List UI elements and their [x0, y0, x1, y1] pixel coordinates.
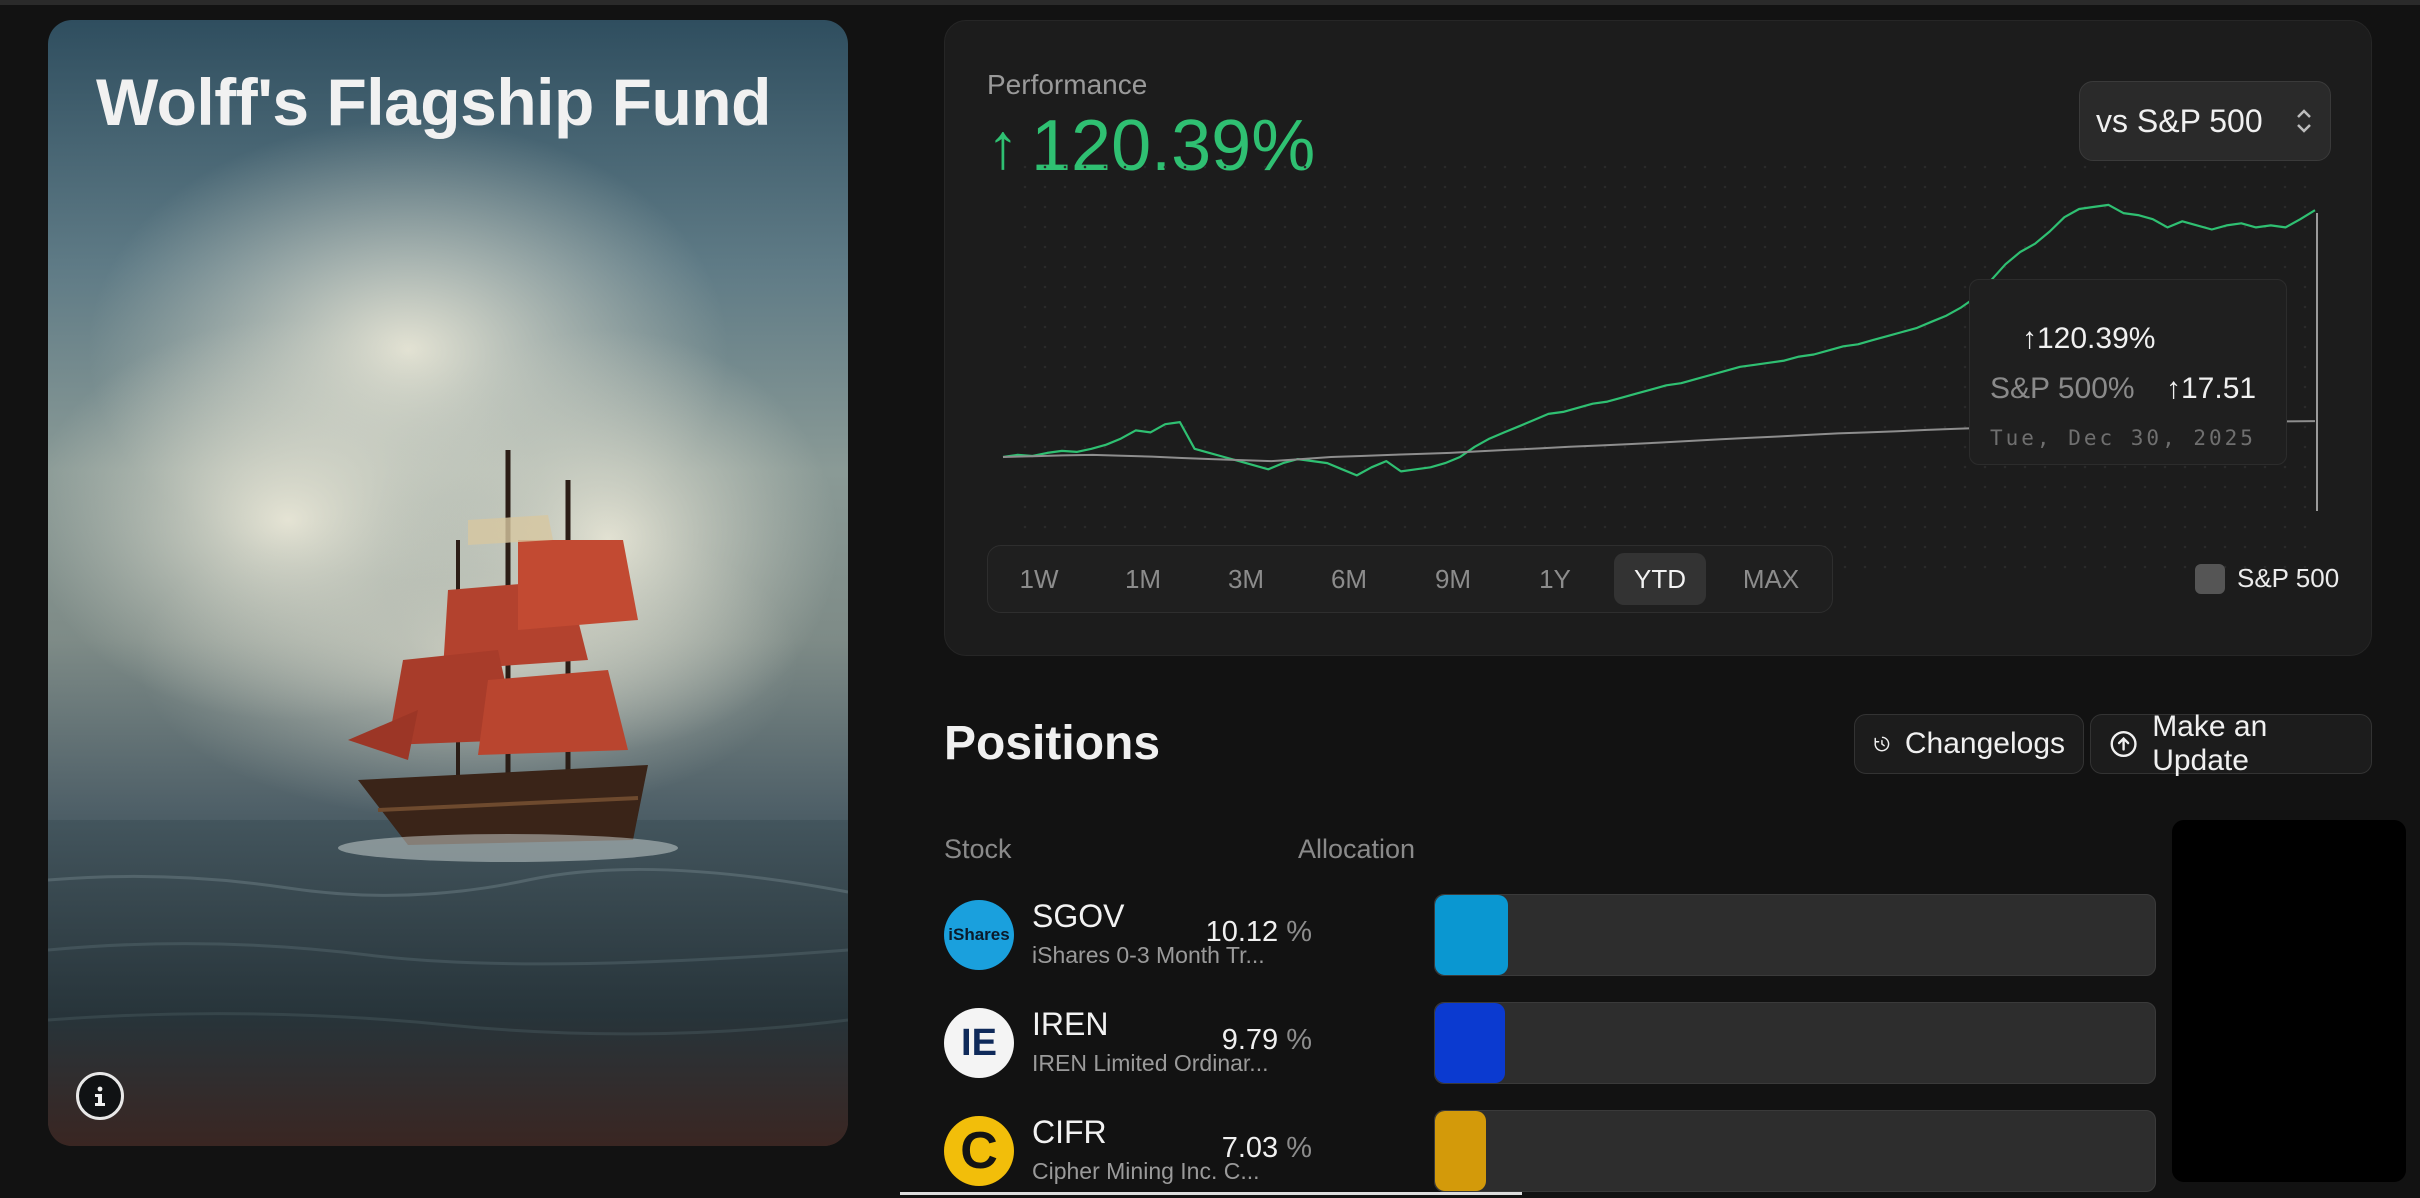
allocation-value: 9.79	[1221, 1024, 1279, 1056]
tooltip-sp-value: ↑17.51	[2166, 372, 2257, 405]
range-6m[interactable]: 6M	[1314, 553, 1384, 605]
allocation-percent: 7.03 %	[1222, 1132, 1312, 1165]
chart-tooltip: ↑120.39% S&P 500% ↑17.51 Tue, Dec 30, 20…	[1969, 279, 2287, 465]
allocation-unit: %	[1286, 916, 1312, 948]
allocation-unit: %	[1286, 1132, 1312, 1164]
allocation-percent: 9.79 %	[1222, 1024, 1312, 1057]
tooltip-fund-value: ↑120.39%	[2022, 322, 2156, 355]
make-update-label: Make an Update	[2152, 710, 2268, 777]
stock-ticker: SGOV	[1032, 898, 1125, 934]
time-range-selector: 1W 1M 3M 6M 9M 1Y YTD MAX	[987, 545, 1833, 613]
history-clock-icon	[1874, 736, 1890, 752]
stock-ticker: IREN	[1032, 1006, 1109, 1042]
range-9m[interactable]: 9M	[1418, 553, 1488, 605]
performance-panel: Performance ↑ 120.39% vs S&P 500 ↑120.39…	[944, 20, 2372, 656]
allocation-bar	[1434, 894, 2156, 976]
column-header-allocation: Allocation	[1298, 834, 1416, 864]
tooltip-sp-label: S&P 500%	[1990, 372, 2135, 405]
position-row[interactable]: C CIFR Cipher Mining Inc. C... 7.03 %	[944, 1108, 2156, 1198]
info-icon	[95, 1086, 105, 1106]
make-update-button[interactable]: Make an Update	[2090, 710, 2372, 777]
range-ytd[interactable]: YTD	[1614, 553, 1706, 605]
allocation-percent: 10.12 %	[1206, 916, 1312, 949]
fund-cover-card: Wolff's Flagship Fund	[48, 20, 848, 1146]
stock-ticker: CIFR	[1032, 1114, 1107, 1150]
column-header-stock: Stock	[944, 834, 1012, 864]
position-row[interactable]: iShares SGOV iShares 0-3 Month Tr... 10.12 …	[944, 892, 2156, 982]
stock-logo: IE	[944, 1008, 1014, 1078]
changelogs-label: Changelogs	[1904, 727, 2065, 760]
allocation-value: 10.12	[1205, 916, 1279, 948]
allocation-bar-fill	[1435, 1111, 1486, 1191]
black-overlay-panel	[2172, 820, 2406, 1182]
positions-title: Positions	[944, 717, 1161, 770]
range-3m[interactable]: 3M	[1211, 553, 1281, 605]
allocation-bar	[1434, 1002, 2156, 1084]
allocation-bar	[1434, 1110, 2156, 1192]
legend-label: S&P 500	[2237, 563, 2340, 593]
stock-logo: C	[944, 1116, 1014, 1186]
top-border	[0, 0, 2420, 5]
position-row[interactable]: IE IREN IREN Limited Ordinar... 9.79 %	[944, 1000, 2156, 1090]
fund-title: Wolff's Flagship Fund	[96, 65, 771, 139]
info-button[interactable]	[76, 1072, 124, 1120]
tooltip-date: Tue, Dec 30, 2025	[1990, 426, 2256, 450]
legend-swatch	[2195, 563, 2225, 594]
upload-circle-icon	[2110, 730, 2137, 758]
chart-legend[interactable]: S&P 500	[2195, 563, 2339, 594]
allocation-value: 7.03	[1221, 1132, 1279, 1164]
range-1w[interactable]: 1W	[1004, 553, 1074, 605]
stock-logo: iShares	[944, 900, 1014, 970]
allocation-bar-fill	[1435, 895, 1508, 975]
range-1y[interactable]: 1Y	[1520, 553, 1590, 605]
range-max[interactable]: MAX	[1728, 553, 1814, 605]
allocation-bar-fill	[1435, 1003, 1506, 1083]
changelogs-button[interactable]: Changelogs	[1854, 714, 2084, 774]
allocation-unit: %	[1286, 1024, 1312, 1056]
ship-painting	[48, 120, 848, 1146]
range-1m[interactable]: 1M	[1108, 553, 1178, 605]
